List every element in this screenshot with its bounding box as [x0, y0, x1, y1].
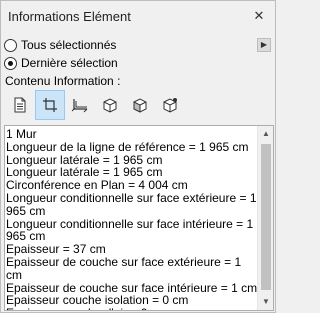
info-line: Longueur de la ligne de référence = 1 96…	[6, 139, 249, 154]
radio-last-label: Dernière sélection	[21, 56, 118, 70]
info-content-box[interactable]: 1 Mur Longueur de la ligne de référence =…	[4, 125, 274, 311]
scroll-up-icon[interactable]: ▲	[258, 126, 273, 142]
tool-button-document[interactable]	[5, 90, 35, 120]
box-3d-icon	[103, 98, 117, 113]
window-title: Informations Elément	[8, 9, 131, 24]
info-content-text: 1 Mur Longueur de la ligne de référence =…	[6, 127, 259, 310]
content-info-label: Contenu Information :	[5, 74, 121, 88]
tool-button-reference-line[interactable]	[35, 90, 65, 120]
close-button[interactable]: ✕	[251, 8, 267, 24]
tool-button-box-face[interactable]	[125, 90, 155, 120]
box-3d-face-icon	[133, 98, 147, 113]
info-line: Epaisseur couche d'air = 0 cm	[6, 307, 259, 310]
radio-all-selected[interactable]: Tous sélectionnés	[4, 36, 116, 54]
tool-button-side-length[interactable]	[65, 90, 95, 120]
scroll-thumb[interactable]	[261, 144, 271, 290]
radio-all-label: Tous sélectionnés	[21, 38, 117, 52]
tool-button-box-corner[interactable]	[155, 90, 185, 120]
info-element-palette: Informations Elément ✕ Tous sélectionnés…	[0, 0, 276, 313]
vertical-scrollbar[interactable]: ▲ ▼	[257, 126, 273, 310]
info-line: Longueur conditionnelle sur face intérie…	[6, 216, 254, 244]
info-line: 1 Mur	[6, 127, 37, 141]
info-line: Epaisseur de couche sur face extérieure …	[6, 254, 242, 282]
document-icon	[14, 97, 26, 113]
reference-line-icon	[43, 98, 57, 112]
tool-button-box-3d[interactable]	[95, 90, 125, 120]
radio-last-selection[interactable]: Dernière sélection	[4, 54, 118, 72]
side-length-icon	[71, 99, 88, 113]
box-3d-corner-icon	[163, 98, 177, 113]
expand-arrow-button[interactable]: ▶	[257, 38, 271, 52]
radio-button-all[interactable]	[4, 38, 17, 52]
info-line: Longueur conditionnelle sur face extérie…	[6, 190, 257, 218]
title-bar[interactable]: Informations Elément ✕	[1, 1, 275, 31]
scroll-down-icon[interactable]: ▼	[258, 294, 273, 310]
radio-button-last[interactable]	[4, 56, 17, 70]
content-toolbar	[5, 90, 185, 120]
